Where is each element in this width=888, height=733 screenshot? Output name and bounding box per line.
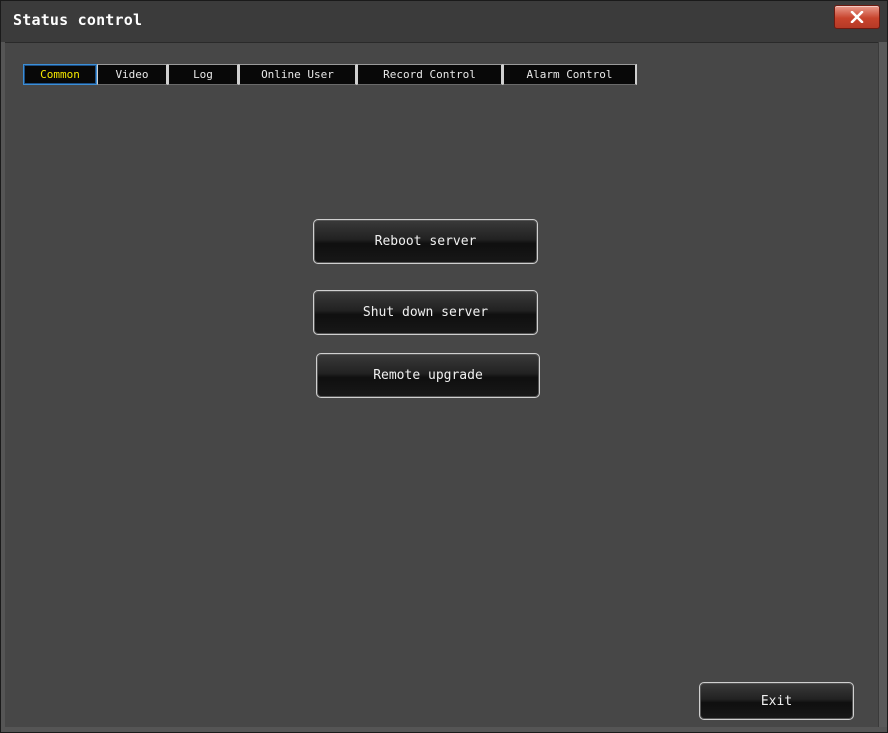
title-bar[interactable]: Status control	[1, 1, 887, 43]
reboot-server-button[interactable]: Reboot server	[313, 219, 538, 264]
tab-video[interactable]: Video	[97, 64, 168, 85]
shut-down-server-button[interactable]: Shut down server	[313, 290, 538, 335]
tab-log[interactable]: Log	[168, 64, 239, 85]
remote-upgrade-button[interactable]: Remote upgrade	[316, 353, 540, 398]
window-frame-left	[1, 42, 5, 732]
tab-online-user[interactable]: Online User	[239, 64, 357, 85]
close-x-icon	[850, 11, 864, 23]
exit-button[interactable]: Exit	[699, 682, 854, 720]
tab-alarm-control[interactable]: Alarm Control	[503, 64, 637, 85]
status-control-window: Status control Common Video Log Online U…	[0, 0, 888, 733]
tab-record-control[interactable]: Record Control	[357, 64, 503, 85]
window-frame-bottom	[1, 727, 887, 732]
window-frame-right	[878, 42, 887, 732]
tab-common[interactable]: Common	[23, 64, 97, 85]
close-button[interactable]	[834, 5, 880, 29]
window-title: Status control	[13, 11, 143, 29]
tab-bar: Common Video Log Online User Record Cont…	[23, 64, 637, 85]
